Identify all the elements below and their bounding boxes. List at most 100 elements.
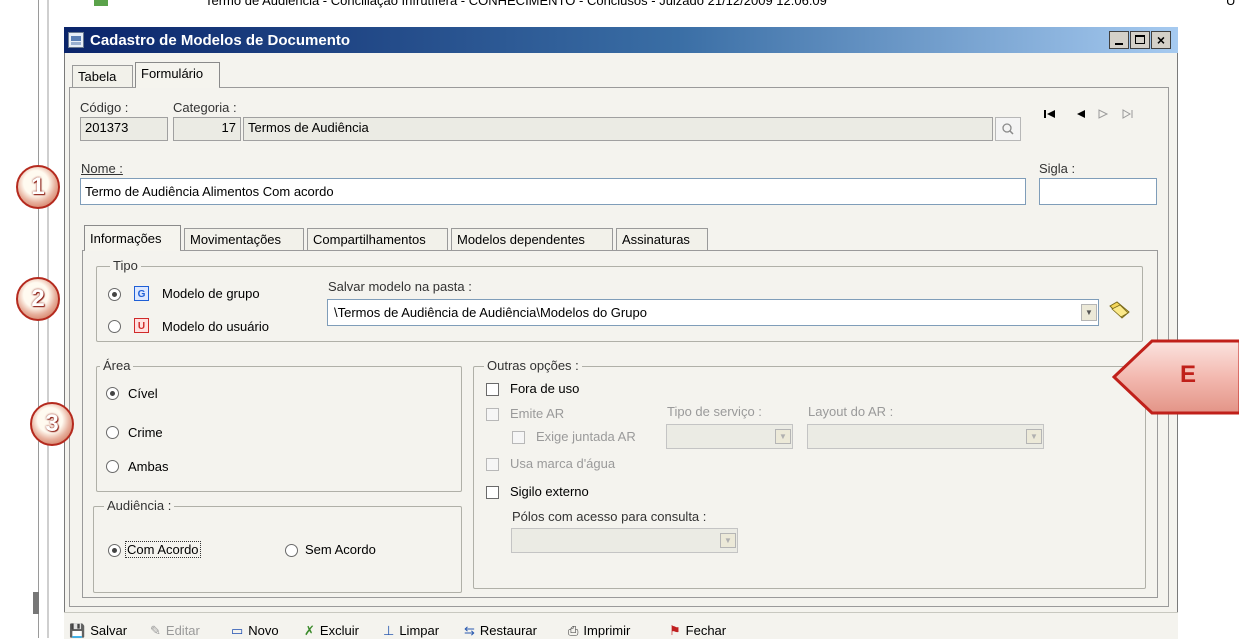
window-title: Cadastro de Modelos de Documento [90,32,351,49]
radio-modelo-usuario[interactable] [108,320,121,333]
background-row-text: Termo de Audiência - Conciliação Infrutí… [205,0,827,8]
area-civel-label: Cível [128,386,158,401]
active-tab-join [136,86,219,88]
tipo-servico-select[interactable]: ▼ [666,424,793,449]
clear-button[interactable]: ⊥ Limpar [383,623,439,639]
edit-button[interactable]: ✎ Editar [150,623,200,639]
pasta-select[interactable]: \Termos de Audiência de Audiência\Modelo… [327,299,1099,326]
chevron-down-icon: ▼ [720,533,736,548]
tab-compartilhamentos[interactable]: Compartilhamentos [307,228,448,250]
close-form-button[interactable]: ⚑ Fechar [669,623,726,639]
sigla-input[interactable] [1039,178,1157,205]
audiencia-title: Audiência : [104,498,175,513]
chevron-down-icon: ▼ [1026,429,1042,444]
group-badge-icon: G [134,286,149,301]
tab-informacoes[interactable]: Informações [84,225,181,251]
close-button[interactable]: × [1151,31,1171,49]
background-left-border-2 [47,0,49,638]
categoria-search-button[interactable] [995,117,1021,141]
area-crime-label: Crime [128,425,163,440]
categoria-code-field: 17 [173,117,241,141]
delete-icon: ✗ [304,623,315,638]
radio-modelo-grupo[interactable] [108,288,121,301]
emite-ar-label: Emite AR [510,406,565,421]
radio-area-civel[interactable] [106,387,119,400]
nome-label: Nome : [81,161,123,176]
open-folder-button[interactable] [1108,300,1132,325]
close-door-icon: ⚑ [669,623,681,638]
area-title: Área [100,358,134,373]
clear-icon: ⊥ [383,623,395,638]
layout-ar-select[interactable]: ▼ [807,424,1044,449]
tab-formulario[interactable]: Formulário [135,62,220,87]
nome-input[interactable]: Termo de Audiência Alimentos Com acordo [80,178,1026,205]
delete-button[interactable]: ✗ Excluir [304,623,359,639]
minimize-icon [1115,43,1123,45]
save-button[interactable]: 💾 Salvar [69,623,127,639]
user-badge-icon: U [134,318,149,333]
callout-2: 2 [16,277,60,321]
categoria-name-field: Termos de Audiência [243,117,993,141]
first-record-icon[interactable] [1043,108,1057,123]
radio-com-acordo[interactable] [108,544,121,557]
restore-icon: ⇆ [464,623,475,638]
app-icon [68,32,84,48]
sigilo-externo-checkbox[interactable] [486,486,499,499]
codigo-field: 201373 [80,117,168,141]
background-row-icon [94,0,108,6]
print-button[interactable]: ⎙ Imprimir [568,623,630,639]
tab-tabela[interactable]: Tabela [72,65,133,87]
radio-area-ambas[interactable] [106,460,119,473]
tipo-title: Tipo [110,258,141,273]
tab-assinaturas[interactable]: Assinaturas [616,228,708,250]
callout-arrow-e: E [1111,339,1239,418]
modelo-grupo-label: Modelo de grupo [162,286,260,301]
background-scroll-grip [33,592,39,614]
edit-icon: ✎ [150,623,161,638]
sigla-label: Sigla : [1039,161,1076,176]
folder-icon [1109,301,1130,319]
restore-button[interactable]: ⇆ Restaurar [464,623,537,639]
polos-select[interactable]: ▼ [511,528,738,553]
fora-de-uso-checkbox[interactable] [486,383,499,396]
radio-sem-acordo[interactable] [285,544,298,557]
chevron-down-icon: ▼ [1081,304,1097,321]
tab-modelos-dependentes[interactable]: Modelos dependentes [451,228,613,250]
background-right-fragment: U [1226,0,1236,8]
callout-1: 1 [16,165,60,209]
search-icon [1002,123,1014,135]
polos-label: Pólos com acesso para consulta : [512,509,707,524]
chevron-down-icon: ▼ [775,429,791,444]
new-icon: ▭ [231,623,244,638]
maximize-icon [1135,35,1145,44]
emite-ar-checkbox[interactable] [486,408,499,421]
previous-record-icon[interactable] [1075,108,1087,123]
callout-arrow-label: E [1180,361,1197,388]
callout-3: 3 [30,402,74,446]
minimize-button[interactable] [1109,31,1129,49]
save-icon: 💾 [69,623,86,638]
usa-marca-dagua-checkbox[interactable] [486,458,499,471]
exige-juntada-label: Exige juntada AR [536,429,636,444]
new-button[interactable]: ▭ Novo [231,623,279,639]
area-ambas-label: Ambas [128,459,169,474]
sigilo-externo-label: Sigilo externo [510,484,589,499]
next-record-icon[interactable] [1097,108,1109,123]
last-record-icon[interactable] [1121,108,1135,123]
codigo-label: Código : [80,100,129,115]
close-icon: × [1156,32,1166,48]
radio-area-crime[interactable] [106,426,119,439]
sub-active-tab-join [85,249,180,251]
tipo-servico-label: Tipo de serviço : [667,404,762,419]
outras-opcoes-title: Outras opções : [484,358,582,373]
usa-marca-dagua-label: Usa marca d'água [510,456,616,471]
exige-juntada-checkbox[interactable] [512,431,525,444]
tab-movimentacoes[interactable]: Movimentações [184,228,304,250]
maximize-button[interactable] [1130,31,1150,49]
sem-acordo-label: Sem Acordo [305,542,376,557]
pasta-value: \Termos de Audiência de Audiência\Modelo… [334,305,647,320]
fora-de-uso-label: Fora de uso [510,381,580,396]
outras-opcoes-group [473,366,1146,589]
layout-ar-label: Layout do AR : [808,404,894,419]
modelo-usuario-label: Modelo do usuário [162,319,269,334]
